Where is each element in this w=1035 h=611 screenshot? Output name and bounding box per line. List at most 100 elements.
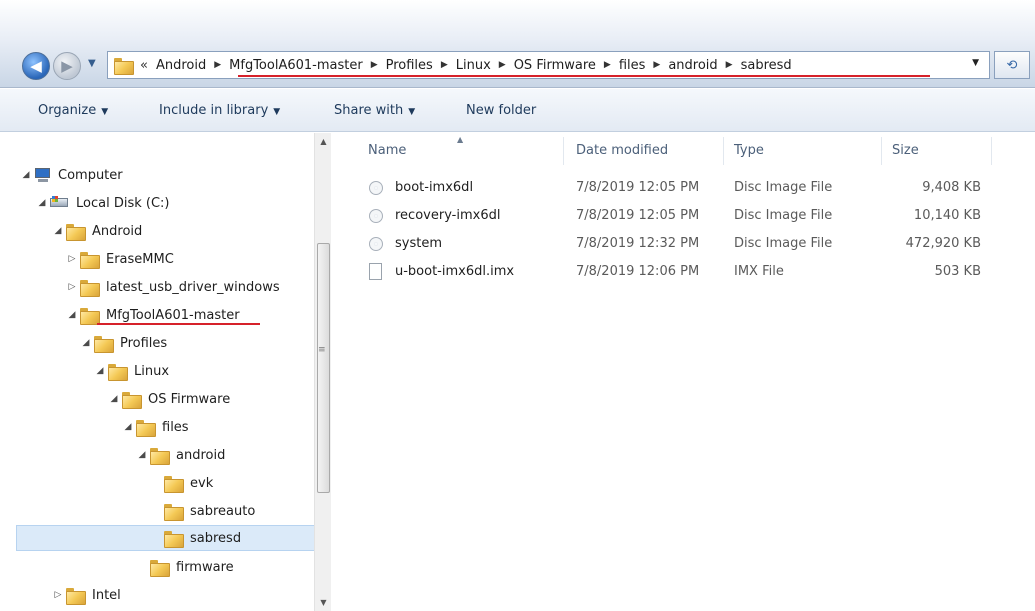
tree-label: Computer xyxy=(58,167,123,183)
column-header-date[interactable]: Date modified xyxy=(576,143,668,158)
hard-disk-icon xyxy=(50,195,68,211)
file-name: boot-imx6dl xyxy=(395,180,474,195)
tree-label: EraseMMC xyxy=(106,251,174,267)
expanded-arrow-icon[interactable]: ◢ xyxy=(52,226,64,236)
breadcrumb-os-firmware[interactable]: OS Firmware xyxy=(514,58,596,73)
breadcrumb-separator-icon[interactable]: ▶ xyxy=(371,60,378,70)
tree-label: files xyxy=(162,419,189,435)
expanded-arrow-icon[interactable]: ◢ xyxy=(80,338,92,348)
forward-arrow-icon: ▶ xyxy=(61,57,73,75)
breadcrumb-profiles[interactable]: Profiles xyxy=(386,58,433,73)
expanded-arrow-icon[interactable]: ◢ xyxy=(94,366,106,376)
scroll-down-icon[interactable]: ▼ xyxy=(315,598,332,607)
tree-item-intel[interactable]: ▷ Intel xyxy=(52,583,121,607)
address-dropdown-icon[interactable]: ▼ xyxy=(972,58,979,68)
breadcrumb-separator-icon[interactable]: ▶ xyxy=(726,60,733,70)
file-size: 503 KB xyxy=(934,264,981,279)
file-row[interactable]: u-boot-imx6dl.imx 7/8/2019 12:06 PM IMX … xyxy=(361,260,1021,284)
tree-item-android[interactable]: ◢ Android xyxy=(52,219,142,243)
tree-item-sabreauto[interactable]: sabreauto xyxy=(150,499,255,523)
column-divider[interactable] xyxy=(723,137,724,165)
tree-item-linux[interactable]: ◢ Linux xyxy=(94,359,169,383)
breadcrumb-android-sub[interactable]: android xyxy=(668,58,717,73)
expanded-arrow-icon[interactable]: ◢ xyxy=(36,198,48,208)
back-button[interactable]: ◀ xyxy=(22,52,50,80)
breadcrumb-separator-icon[interactable]: ▶ xyxy=(214,60,221,70)
tree-item-computer[interactable]: ◢ Computer xyxy=(20,163,123,187)
column-divider[interactable] xyxy=(563,137,564,165)
include-in-library-button[interactable]: Include in library ▼ xyxy=(159,103,280,118)
file-row[interactable]: recovery-imx6dl 7/8/2019 12:05 PM Disc I… xyxy=(361,204,1021,228)
folder-icon xyxy=(94,335,114,353)
file-type: Disc Image File xyxy=(734,180,833,195)
file-date: 7/8/2019 12:06 PM xyxy=(576,264,700,279)
tree-item-latest-usb-driver[interactable]: ▷ latest_usb_driver_windows xyxy=(66,275,280,299)
expanded-arrow-icon[interactable]: ◢ xyxy=(66,310,78,320)
column-header-type[interactable]: Type xyxy=(734,143,764,158)
scroll-thumb[interactable] xyxy=(317,243,330,493)
folder-icon xyxy=(80,307,100,325)
computer-icon xyxy=(34,167,52,183)
folder-icon xyxy=(164,530,184,548)
navigation-scrollbar[interactable]: ▲ ≡ ▼ xyxy=(314,133,331,611)
file-icon xyxy=(369,263,382,280)
breadcrumb-linux[interactable]: Linux xyxy=(456,58,491,73)
organize-button[interactable]: Organize ▼ xyxy=(38,103,108,118)
breadcrumb-files[interactable]: files xyxy=(619,58,646,73)
file-size: 9,408 KB xyxy=(922,180,981,195)
collapsed-arrow-icon[interactable]: ▷ xyxy=(52,590,64,600)
file-size: 10,140 KB xyxy=(913,208,981,223)
tree-label: evk xyxy=(190,475,214,491)
tree-item-os-firmware[interactable]: ◢ OS Firmware xyxy=(108,387,230,411)
file-type: IMX File xyxy=(734,264,784,279)
tree-item-erasemmc[interactable]: ▷ EraseMMC xyxy=(66,247,174,271)
tree-label: firmware xyxy=(176,559,234,575)
tree-item-sabresd[interactable]: sabresd xyxy=(16,525,316,551)
folder-icon xyxy=(114,57,134,75)
expanded-arrow-icon[interactable]: ◢ xyxy=(136,450,148,460)
tree-item-files[interactable]: ◢ files xyxy=(122,415,189,439)
new-folder-button[interactable]: New folder xyxy=(466,103,536,118)
column-divider[interactable] xyxy=(881,137,882,165)
file-name: recovery-imx6dl xyxy=(395,208,501,223)
scroll-up-icon[interactable]: ▲ xyxy=(315,137,332,146)
folder-icon xyxy=(108,363,128,381)
expanded-arrow-icon[interactable]: ◢ xyxy=(108,394,120,404)
tree-label: MfgToolA601-master xyxy=(106,307,240,323)
expanded-arrow-icon[interactable]: ◢ xyxy=(20,170,32,180)
disc-image-icon xyxy=(369,181,383,195)
column-divider[interactable] xyxy=(991,137,992,165)
file-name: u-boot-imx6dl.imx xyxy=(395,264,515,279)
breadcrumb-sabresd[interactable]: sabresd xyxy=(741,58,792,73)
tree-item-android-sub[interactable]: ◢ android xyxy=(136,443,225,467)
disc-image-icon xyxy=(369,237,383,251)
address-overflow[interactable]: « xyxy=(140,58,148,73)
breadcrumb-separator-icon[interactable]: ▶ xyxy=(604,60,611,70)
tree-item-local-disk[interactable]: ◢ Local Disk (C:) xyxy=(36,191,169,215)
breadcrumb-separator-icon[interactable]: ▶ xyxy=(499,60,506,70)
folder-icon xyxy=(150,447,170,465)
breadcrumb-mfgtool[interactable]: MfgToolA601-master xyxy=(229,58,363,73)
address-highlight-underline xyxy=(238,75,930,77)
command-toolbar: Organize ▼ Include in library ▼ Share with… xyxy=(0,89,1035,132)
breadcrumb-separator-icon[interactable]: ▶ xyxy=(653,60,660,70)
forward-button[interactable]: ▶ xyxy=(53,52,81,80)
expanded-arrow-icon[interactable]: ◢ xyxy=(122,422,134,432)
collapsed-arrow-icon[interactable]: ▷ xyxy=(66,254,78,264)
file-row[interactable]: system 7/8/2019 12:32 PM Disc Image File… xyxy=(361,232,1021,256)
recent-pages-dropdown[interactable]: ▼ xyxy=(88,58,96,69)
column-header-size[interactable]: Size xyxy=(892,143,919,158)
refresh-button[interactable]: ⟲ xyxy=(994,51,1030,79)
window-titlebar: ◀ ▶ ▼ « Android ▶ MfgToolA601-master ▶ P… xyxy=(0,0,1035,88)
chevron-down-icon: ▼ xyxy=(408,107,416,117)
file-row[interactable]: boot-imx6dl 7/8/2019 12:05 PM Disc Image… xyxy=(361,176,1021,200)
tree-item-profiles[interactable]: ◢ Profiles xyxy=(80,331,167,355)
tree-item-firmware[interactable]: firmware xyxy=(136,555,234,579)
breadcrumb-android[interactable]: Android xyxy=(156,58,206,73)
collapsed-arrow-icon[interactable]: ▷ xyxy=(66,282,78,292)
share-with-button[interactable]: Share with ▼ xyxy=(334,103,415,118)
column-header-name[interactable]: Name xyxy=(368,143,406,158)
tree-item-evk[interactable]: evk xyxy=(150,471,213,495)
tree-label: OS Firmware xyxy=(148,391,231,407)
breadcrumb-separator-icon[interactable]: ▶ xyxy=(441,60,448,70)
